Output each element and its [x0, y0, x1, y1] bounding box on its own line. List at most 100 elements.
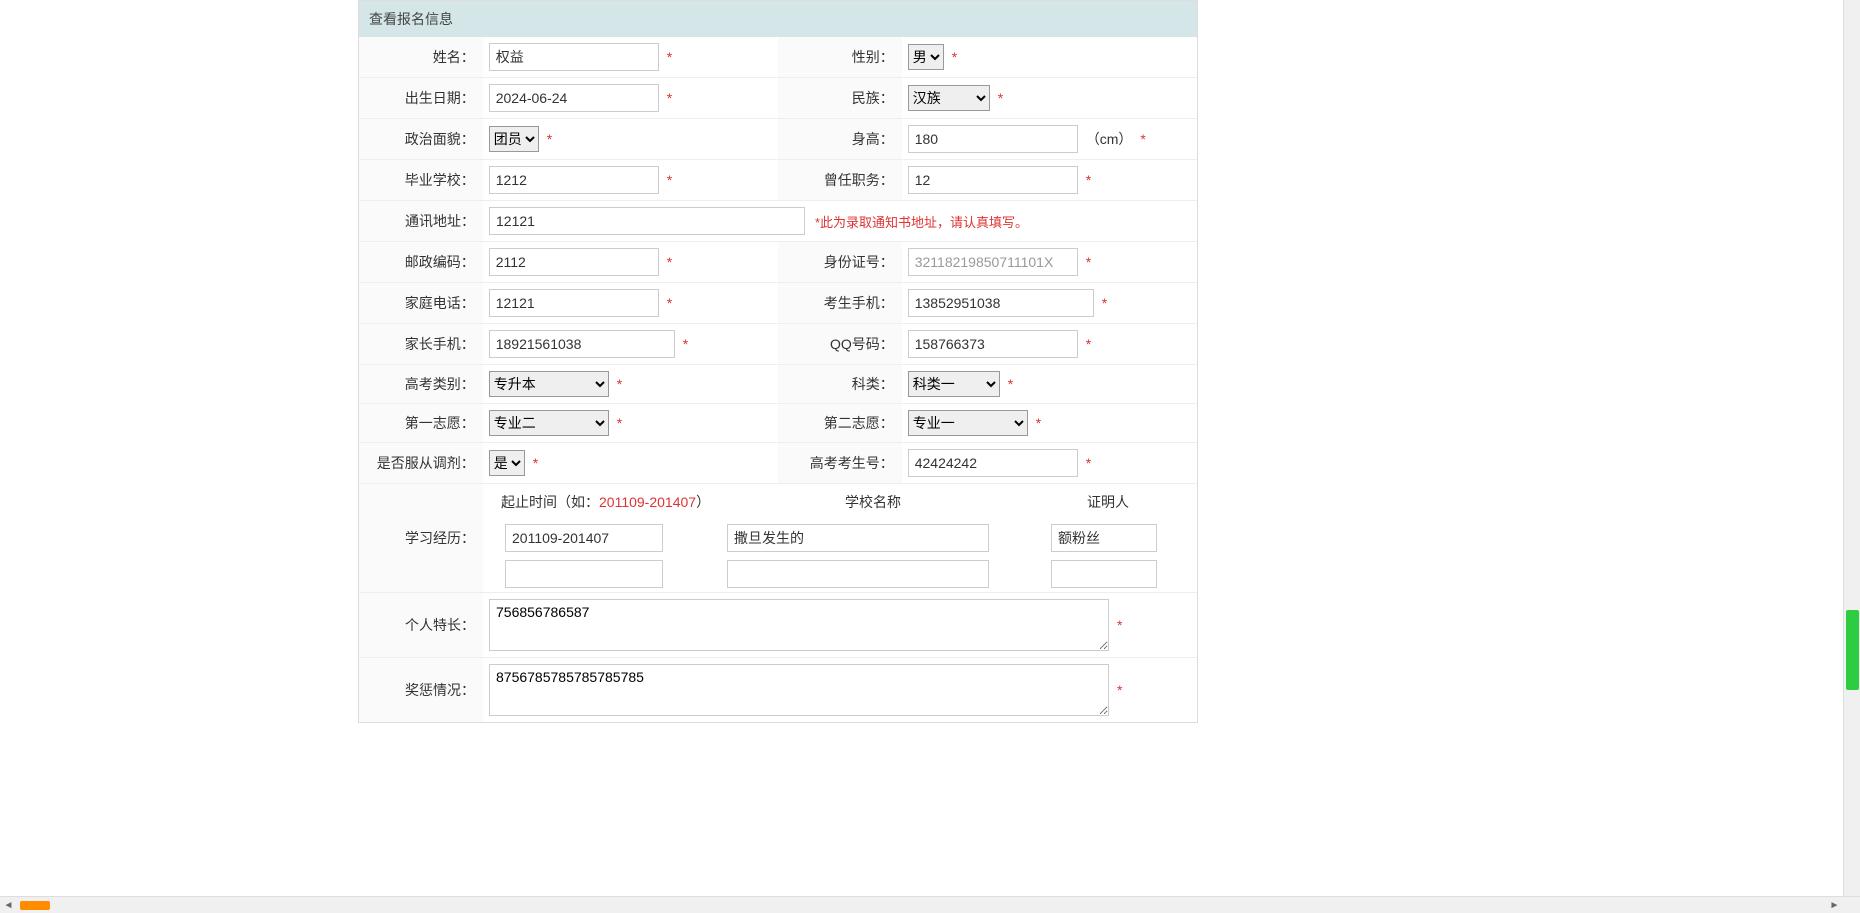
row-adjust-examno: 是否服从调剂： 是 * 高考考生号： * [359, 443, 1197, 484]
label-specialty: 个人特长： [359, 593, 483, 657]
req-mark: * [1086, 336, 1091, 352]
row-postal-idcard: 邮政编码： * 身份证号： * [359, 242, 1197, 283]
input-dob[interactable] [489, 84, 659, 112]
value-ethnicity: 汉族 * [902, 78, 1197, 118]
scroll-left-icon[interactable]: ◄ [0, 897, 17, 913]
req-mark: * [1086, 254, 1091, 270]
input-address[interactable] [489, 207, 805, 235]
input-edu-period-0[interactable] [505, 524, 663, 552]
label-political: 政治面貌： [359, 119, 483, 159]
horizontal-scrollbar[interactable]: ◄ ► [0, 896, 1860, 913]
input-edu-school-0[interactable] [727, 524, 989, 552]
label-mobile: 考生手机： [778, 283, 902, 323]
select-adjust[interactable]: 是 [489, 450, 525, 476]
req-mark: * [1140, 131, 1145, 147]
value-awards: * [483, 658, 1197, 722]
label-choice1: 第一志愿： [359, 404, 483, 442]
select-examtype[interactable]: 专升本 [489, 371, 609, 397]
select-choice2[interactable]: 专业一 [908, 410, 1028, 436]
value-choice1: 专业二 * [483, 404, 778, 442]
input-homephone[interactable] [489, 289, 659, 317]
input-height[interactable] [908, 125, 1078, 153]
input-qq[interactable] [908, 330, 1078, 358]
label-address: 通讯地址： [359, 201, 483, 241]
req-mark: * [952, 49, 957, 65]
req-mark: * [998, 90, 1003, 106]
req-mark: * [547, 131, 552, 147]
input-idcard[interactable] [908, 248, 1078, 276]
label-edu: 学习经历： [359, 484, 483, 592]
label-idcard: 身份证号： [778, 242, 902, 282]
req-mark: * [667, 49, 672, 65]
edu-row-1 [483, 556, 1197, 592]
select-ethnicity[interactable]: 汉族 [908, 85, 990, 111]
vertical-scrollbar[interactable] [1843, 0, 1860, 896]
value-choice2: 专业一 * [902, 404, 1197, 442]
textarea-specialty[interactable] [489, 599, 1109, 651]
value-homephone: * [483, 283, 778, 323]
row-dob-ethnicity: 出生日期： * 民族： 汉族 * [359, 78, 1197, 119]
row-parentmobile-qq: 家长手机： * QQ号码： * [359, 324, 1197, 365]
input-name[interactable] [489, 43, 659, 71]
row-homephone-mobile: 家庭电话： * 考生手机： * [359, 283, 1197, 324]
req-mark: * [1008, 376, 1013, 392]
label-parentmobile: 家长手机： [359, 324, 483, 364]
value-examtype: 专升本 * [483, 365, 778, 403]
value-height: （cm） * [902, 119, 1197, 159]
row-specialty: 个人特长： * [359, 593, 1197, 658]
value-position: * [902, 160, 1197, 200]
value-edu: 起止时间（如：201109-201407） 学校名称 证明人 [483, 484, 1197, 592]
label-postal: 邮政编码： [359, 242, 483, 282]
input-postal[interactable] [489, 248, 659, 276]
edu-header-period: 起止时间（如：201109-201407） [483, 492, 713, 512]
page: 查看报名信息 姓名： * 性别： 男 * 出生日期： * 民族： 汉族 [0, 0, 1860, 913]
value-parentmobile: * [483, 324, 778, 364]
hint-address: *此为录取通知书地址，请认真填写。 [815, 212, 1028, 231]
value-adjust: 是 * [483, 443, 778, 483]
row-choice1-choice2: 第一志愿： 专业二 * 第二志愿： 专业一 * [359, 404, 1197, 443]
input-parentmobile[interactable] [489, 330, 675, 358]
select-choice1[interactable]: 专业二 [489, 410, 609, 436]
input-examno[interactable] [908, 449, 1078, 477]
value-subject: 科类一 * [902, 365, 1197, 403]
input-edu-witness-1[interactable] [1051, 560, 1157, 588]
select-political[interactable]: 团员 [489, 126, 539, 152]
label-subject: 科类： [778, 365, 902, 403]
scroll-right-icon[interactable]: ► [1826, 897, 1843, 913]
horizontal-scroll-thumb[interactable] [20, 901, 50, 910]
input-edu-period-1[interactable] [505, 560, 663, 588]
value-dob: * [483, 78, 778, 118]
label-adjust: 是否服从调剂： [359, 443, 483, 483]
row-examtype-subject: 高考类别： 专升本 * 科类： 科类一 * [359, 365, 1197, 404]
label-position: 曾任职务： [778, 160, 902, 200]
value-school: * [483, 160, 778, 200]
label-awards: 奖惩情况： [359, 658, 483, 722]
req-mark: * [617, 376, 622, 392]
req-mark: * [1036, 415, 1041, 431]
req-mark: * [667, 90, 672, 106]
textarea-awards[interactable] [489, 664, 1109, 716]
unit-height: （cm） [1086, 129, 1133, 149]
req-mark: * [1086, 172, 1091, 188]
select-gender[interactable]: 男 [908, 44, 944, 70]
value-examno: * [902, 443, 1197, 483]
label-height: 身高： [778, 119, 902, 159]
value-specialty: * [483, 593, 1197, 657]
vertical-scroll-thumb[interactable] [1846, 610, 1859, 690]
label-school: 毕业学校： [359, 160, 483, 200]
req-mark: * [533, 455, 538, 471]
label-qq: QQ号码： [778, 324, 902, 364]
req-mark: * [1086, 455, 1091, 471]
select-subject[interactable]: 科类一 [908, 371, 1000, 397]
value-idcard: * [902, 242, 1197, 282]
form-title: 查看报名信息 [359, 1, 1197, 37]
req-mark: * [617, 415, 622, 431]
req-mark: * [683, 336, 688, 352]
value-name: * [483, 37, 778, 77]
input-edu-witness-0[interactable] [1051, 524, 1157, 552]
input-mobile[interactable] [908, 289, 1094, 317]
input-position[interactable] [908, 166, 1078, 194]
input-school[interactable] [489, 166, 659, 194]
input-edu-school-1[interactable] [727, 560, 989, 588]
row-school-position: 毕业学校： * 曾任职务： * [359, 160, 1197, 201]
